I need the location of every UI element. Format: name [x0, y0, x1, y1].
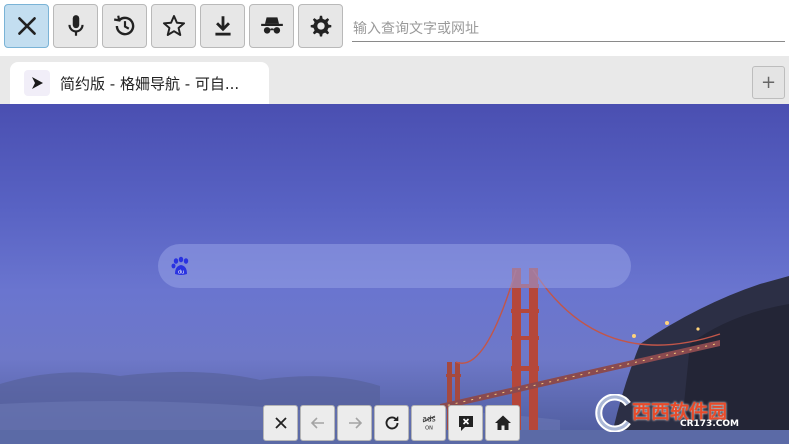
watermark: 西西软件园 CR173.COM: [588, 394, 770, 432]
close-icon: [274, 417, 287, 429]
download-icon: [214, 16, 231, 36]
address-bar[interactable]: [352, 18, 785, 42]
arrow-right-icon: [348, 417, 362, 429]
play-icon: [32, 77, 43, 89]
adblock-button[interactable]: ads ON: [411, 405, 446, 441]
tab-title: 简约版 - 格姍导航 - 可自...: [60, 74, 240, 93]
home-icon: [494, 415, 511, 430]
svg-text:du: du: [178, 270, 184, 276]
adblock-state: ON: [425, 426, 433, 432]
close-icon: [17, 17, 36, 35]
incognito-button[interactable]: [249, 4, 294, 48]
download-button[interactable]: [200, 4, 245, 48]
history-button[interactable]: [102, 4, 147, 48]
tab-favicon: [24, 70, 50, 96]
gear-icon: [310, 15, 331, 37]
reload-button[interactable]: [374, 405, 409, 441]
close-button[interactable]: [4, 4, 49, 48]
microphone-icon: [67, 15, 84, 36]
history-icon: [113, 15, 134, 36]
forward-button[interactable]: [337, 405, 372, 441]
watermark-logo: [595, 394, 631, 432]
feedback-button[interactable]: [448, 405, 483, 441]
page-content: du: [0, 104, 789, 444]
tab-active[interactable]: 简约版 - 格姍导航 - 可自...: [10, 62, 269, 104]
baidu-paw-icon: du: [171, 256, 189, 276]
bookmark-button[interactable]: [151, 4, 196, 48]
close-page-button[interactable]: [263, 405, 298, 441]
watermark-sub: CR173.COM: [680, 419, 739, 429]
chat-x-icon: [458, 416, 473, 431]
home-button[interactable]: [485, 405, 520, 441]
bottom-control-bar: ads ON: [263, 405, 520, 441]
reload-icon: [385, 416, 398, 430]
arrow-left-icon: [310, 417, 324, 429]
url-input[interactable]: [353, 21, 785, 37]
plus-icon: +: [760, 72, 777, 93]
tab-strip: 简约版 - 格姍导航 - 可自... +: [0, 56, 789, 104]
search-box[interactable]: du: [158, 244, 631, 288]
ads-off-icon: ads ON: [422, 415, 435, 432]
back-button[interactable]: [300, 405, 335, 441]
new-tab-button[interactable]: +: [752, 66, 785, 99]
top-toolbar: [0, 0, 789, 56]
incognito-icon: [260, 17, 283, 34]
voice-button[interactable]: [53, 4, 98, 48]
star-icon: [162, 15, 185, 36]
settings-button[interactable]: [298, 4, 343, 48]
